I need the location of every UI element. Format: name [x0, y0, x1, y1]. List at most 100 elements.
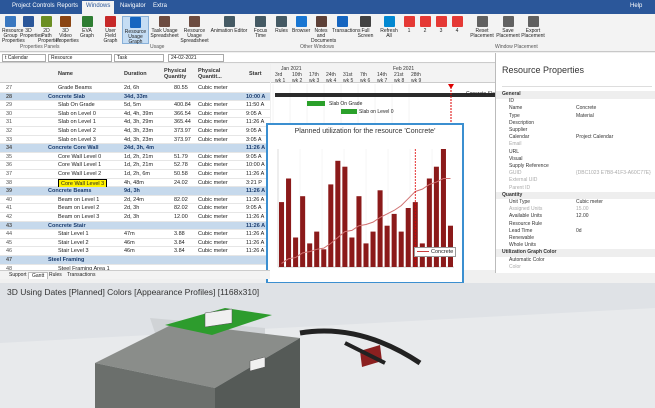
col-name[interactable]: Name [58, 71, 73, 77]
task-name[interactable]: Concrete Beams [48, 187, 91, 195]
gantt-task-bar[interactable] [341, 109, 357, 114]
table-row[interactable]: 47 Steel Framing [0, 256, 270, 265]
tab-transactions[interactable]: Transactions [64, 272, 98, 278]
ribbon-button-rules[interactable]: Rules [272, 16, 291, 44]
table-row[interactable]: 38 Core Wall Level 3 4h, 48m 24.02 Cubic met… [0, 178, 270, 189]
property-value[interactable]: Project Calendar [576, 134, 613, 141]
table-row[interactable]: 29 Slab On Grade 5d, 5m 400.84 Cubic meter 11… [0, 101, 270, 110]
task-name[interactable]: Slab on Level 3 [58, 136, 96, 144]
task-name[interactable]: Core Wall Level 0 [58, 153, 101, 161]
table-row[interactable]: 40 Beam on Level 1 2d, 24m 82.02 Cubic meter… [0, 196, 270, 205]
ribbon-button-notes-and-documents[interactable]: Notes and Documents [311, 16, 336, 44]
ribbon-button-animation-editor[interactable]: Animation Editor [210, 16, 248, 44]
gantt-summary-bar[interactable] [275, 93, 495, 97]
task-name[interactable]: Slab on Level 1 [58, 118, 96, 126]
mode-select[interactable]: Task [114, 54, 164, 62]
property-value[interactable]: Concrete [576, 105, 596, 112]
task-name[interactable]: Beam on Level 2 [58, 204, 99, 212]
col-start[interactable]: Start [249, 71, 262, 77]
menu-navigator[interactable]: Navigator [120, 3, 146, 9]
ribbon-button-3d-video-properties[interactable]: 3D Video Properties [56, 16, 79, 44]
utilization-graph-panel[interactable]: Planned utilization for the resource 'Co… [266, 123, 464, 284]
tab-support[interactable]: Support [6, 272, 30, 278]
col-duration[interactable]: Duration [124, 71, 147, 77]
ribbon-button-reset-placement[interactable]: Reset Placement [470, 16, 494, 44]
menu-windows[interactable]: Windows [82, 1, 115, 14]
menu-reports[interactable]: Reports [57, 3, 78, 9]
ribbon-button-resource-usage-spreadsheet[interactable]: Resource Usage Spreadsheet [180, 16, 209, 44]
property-row[interactable]: Color [496, 264, 655, 272]
property-value[interactable]: Cubic meter [576, 199, 603, 206]
ribbon-button-2d-path-properties[interactable]: 2D Path Properties [38, 16, 61, 44]
table-row[interactable]: 37 Core Wall Level 2 1d, 2h, 6m 50.58 Cubic … [0, 170, 270, 179]
task-name[interactable]: Steel Framing [48, 256, 84, 264]
table-row[interactable]: 33 Slab on Level 3 4d, 3h, 23m 373.97 Cubic … [0, 136, 270, 145]
table-row[interactable]: 30 Slab on Level 0 4d, 4h, 39m 366.54 Cubic … [0, 110, 270, 119]
table-row[interactable]: 39 Concrete Beams 9d, 3h 11:26 A [0, 187, 270, 196]
col-physical-quantity[interactable]: Physical Quantity [164, 68, 196, 80]
ribbon-icon [223, 16, 235, 27]
ribbon-button-resource-group-properties[interactable]: Resource Group Properties [2, 16, 25, 44]
ribbon-button-transactions[interactable]: Transactions [332, 16, 360, 44]
ribbon-button-4[interactable]: 4 [450, 16, 464, 44]
task-name[interactable]: Grade Beams [58, 84, 92, 92]
task-name[interactable]: Stair Level 2 [58, 239, 89, 247]
property-value[interactable]: {DBC1023 E7B8-41F3-A60C77E} [576, 170, 651, 177]
table-row[interactable]: 31 Slab on Level 1 4d, 3h, 29m 365.44 Cubic … [0, 118, 270, 127]
table-row[interactable]: 42 Beam on Level 3 2d, 3h 12.00 Cubic meter 1… [0, 213, 270, 222]
date-input[interactable]: 24-02-2021 [168, 54, 224, 62]
menu-help[interactable]: Help [630, 3, 642, 9]
3d-view[interactable]: 3D Using Dates [Planned] Colors [Appeara… [0, 283, 655, 408]
property-value[interactable]: 0d [576, 228, 582, 235]
ribbon-button-task-usage-spreadsheet[interactable]: Task Usage Spreadsheet [150, 16, 179, 44]
ribbon-button-eva-graph[interactable]: EVA Graph [76, 16, 98, 44]
gantt-today-marker[interactable] [448, 84, 454, 89]
ribbon-button-2[interactable]: 2 [418, 16, 432, 44]
gantt-task-bar[interactable] [307, 101, 325, 106]
ribbon-button-1[interactable]: 1 [402, 16, 416, 44]
ribbon-button-3d-properties[interactable]: 3D Properties [20, 16, 43, 44]
menu-project-controls[interactable]: Project Controls [12, 3, 55, 9]
task-name[interactable]: Stair Level 1 [58, 230, 89, 238]
ribbon-button-focus-time[interactable]: Focus Time [250, 16, 271, 44]
table-row[interactable]: 43 Concrete Stair 11:26 A [0, 221, 270, 231]
task-name[interactable]: Concrete Slab [48, 93, 85, 101]
ribbon-button-full-screen[interactable]: Full Screen [354, 16, 377, 44]
table-row[interactable]: 32 Slab on Level 2 4d, 3h, 23m 373.97 Cubic … [0, 127, 270, 136]
ribbon-button-3[interactable]: 3 [434, 16, 448, 44]
table-row[interactable]: 46 Stair Level 3 46m 3.84 Cubic meter 11:26 A [0, 247, 270, 256]
property-value[interactable]: 12.00 [576, 213, 589, 220]
property-value[interactable]: 15.00 [576, 206, 589, 213]
table-row[interactable]: 35 Core Wall Level 0 1d, 2h, 21m 51.79 Cubic… [0, 153, 270, 162]
calendar-select[interactable]: t Calendar [2, 54, 46, 62]
ribbon-button-save-placement[interactable]: Save Placement [496, 16, 520, 44]
col-physical-quantity-unit[interactable]: Physical Quantit... [198, 68, 236, 80]
task-name[interactable]: Slab On Grade [58, 101, 95, 109]
table-row[interactable]: 27 Grade Beams 2d, 6h 80.55 Cubic meter [0, 84, 270, 93]
menu-extra[interactable]: Extra [153, 3, 167, 9]
task-name[interactable]: Concrete Core Wall [48, 144, 99, 152]
ribbon-button-browser[interactable]: Browser [292, 16, 310, 44]
tab-rules[interactable]: Rules [46, 272, 65, 278]
resource-select[interactable]: Resource [48, 54, 112, 62]
table-row[interactable]: 36 Core Wall Level 1 1d, 2h, 21m 52.78 Cubic… [0, 161, 270, 170]
table-row[interactable]: 41 Beam on Level 2 2d, 3h 82.02 Cubic meter 9… [0, 204, 270, 213]
task-name[interactable]: Concrete Stair [48, 222, 86, 230]
task-name[interactable]: Beam on Level 3 [58, 213, 99, 221]
task-start: 3:21 P [246, 179, 262, 186]
property-value[interactable]: Material [576, 113, 594, 120]
task-name[interactable]: Core Wall Level 2 [58, 170, 101, 178]
ribbon-button-user-field-graph[interactable]: User Field Graph [100, 16, 121, 44]
task-name[interactable]: Core Wall Level 1 [58, 161, 101, 169]
table-row[interactable]: 45 Stair Level 2 46m 3.84 Cubic meter 11:26 A [0, 239, 270, 248]
ribbon-button-export-placement[interactable]: Export Placement [521, 16, 545, 44]
task-name[interactable]: Slab on Level 0 [58, 110, 96, 118]
table-row[interactable]: 28 Concrete Slab 34d, 33m 10:00 A [0, 92, 270, 102]
ribbon-button-refresh-all[interactable]: Refresh All [378, 16, 400, 44]
table-row[interactable]: 44 Stair Level 1 47m 3.88 Cubic meter 11:26 A [0, 230, 270, 239]
task-name[interactable]: Slab on Level 2 [58, 127, 96, 135]
task-name[interactable]: Beam on Level 1 [58, 196, 99, 204]
task-name[interactable]: Stair Level 3 [58, 247, 89, 255]
table-row[interactable]: 34 Concrete Core Wall 24d, 3h, 4m 11:26 A [0, 144, 270, 153]
ribbon-button-resource-usage-graph[interactable]: Resource Usage Graph [122, 16, 149, 45]
